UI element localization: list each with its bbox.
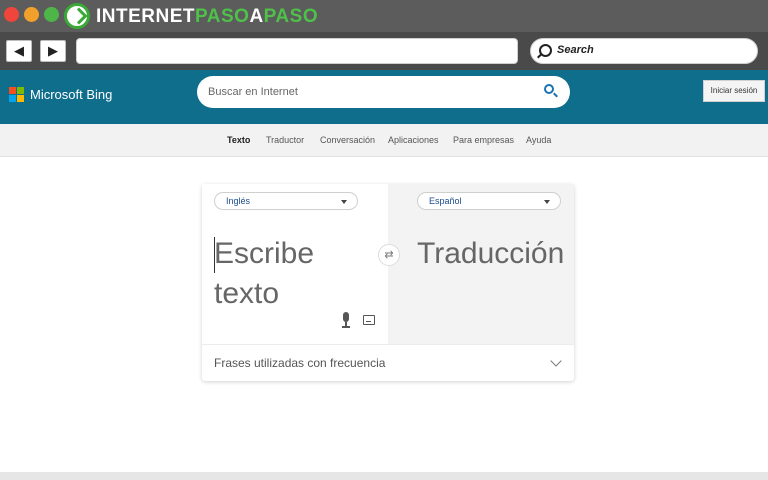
tab-texto[interactable]: Texto [227,135,250,145]
forward-button[interactable]: ▶ [40,40,66,62]
search-icon [544,84,554,94]
caret-down-icon [341,200,347,204]
swap-languages-button[interactable]: ⇄ [378,244,400,266]
tab-para-empresas[interactable]: Para empresas [453,135,514,145]
brand-suffix: PASO [263,6,319,27]
translator-subnav: Texto Traductor Conversación Aplicacione… [0,124,768,157]
microphone-icon[interactable] [341,312,351,328]
frequent-phrases-row[interactable]: Frases utilizadas con frecuencia [202,344,574,381]
swap-icon: ⇄ [384,249,394,261]
bing-title[interactable]: Microsoft Bing [30,87,112,102]
window-maximize-button[interactable] [44,7,59,22]
browser-toolbar: ◀ ▶ Search [0,32,768,70]
tab-aplicaciones[interactable]: Aplicaciones [388,135,439,145]
chevron-down-icon [550,355,562,367]
brand-check-icon [64,3,90,29]
target-language-select[interactable]: Español [417,192,561,210]
address-bar[interactable] [76,38,518,64]
bing-header: Microsoft Bing Iniciar sesión [0,70,768,124]
tab-ayuda[interactable]: Ayuda [526,135,551,145]
translation-output: Traducción [417,237,565,270]
brand-accent: PASO [195,6,250,27]
tab-traductor[interactable]: Traductor [266,135,304,145]
brand-prefix: INTERNET [96,6,195,27]
keyboard-icon[interactable] [363,315,375,325]
source-pane[interactable]: Inglés Escribe texto [202,184,388,344]
frequent-phrases-label: Frases utilizadas con frecuencia [214,356,386,370]
page-footer-bar [0,472,768,480]
source-language-select[interactable]: Inglés [214,192,358,210]
search-icon [539,44,552,57]
source-text-input[interactable]: Escribe texto [214,234,374,314]
bing-search-input[interactable] [208,83,528,101]
signin-button[interactable]: Iniciar sesión [703,80,765,102]
browser-search-label: Search [557,44,594,56]
source-language-label: Inglés [226,196,251,206]
back-button[interactable]: ◀ [6,40,32,62]
caret-down-icon [544,200,550,204]
back-arrow-icon: ◀ [14,43,24,58]
brand-watermark: INTERNETPASOAPASO [96,6,318,28]
window-titlebar: INTERNETPASOAPASO [0,0,768,32]
bing-search-box [197,76,570,108]
brand-connector: A [249,6,264,27]
forward-arrow-icon: ▶ [48,43,58,58]
window-minimize-button[interactable] [24,7,39,22]
microsoft-logo-icon[interactable] [9,87,25,103]
browser-search-box[interactable]: Search [530,38,758,64]
window-close-button[interactable] [4,7,19,22]
target-pane: Español Traducción [388,184,574,344]
tab-conversacion[interactable]: Conversación [320,135,375,145]
translator-card: Inglés Escribe texto Español Traducción … [202,184,574,381]
target-language-label: Español [429,196,462,206]
